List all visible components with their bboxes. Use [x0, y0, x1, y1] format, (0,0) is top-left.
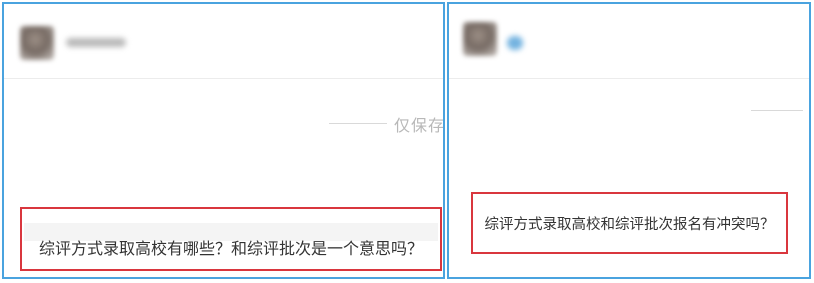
- timestamp-divider-line: [329, 123, 387, 124]
- highlighted-question-box: 综评方式录取高校和综评批次报名有冲突吗？: [471, 192, 788, 254]
- avatar[interactable]: [463, 22, 497, 56]
- chat-header: [4, 4, 443, 79]
- system-notice-text: 仅保存: [394, 116, 445, 135]
- right-chat-panel: 综评方式录取高校和综评批次报名有冲突吗？: [447, 2, 811, 279]
- blurred-badge: [507, 36, 523, 50]
- avatar[interactable]: [20, 26, 54, 60]
- question-text: 综评方式录取高校和综评批次报名有冲突吗？: [484, 216, 775, 233]
- left-chat-panel: 仅保存 综评方式录取高校有哪些？和综评批次是一个意思吗？: [2, 2, 445, 279]
- blurred-username: [66, 38, 126, 47]
- timestamp-divider-line: [751, 110, 803, 111]
- chat-header: [449, 4, 809, 79]
- highlighted-question-box: 综评方式录取高校有哪些？和综评批次是一个意思吗？: [20, 207, 442, 271]
- question-text: 综评方式录取高校有哪些？和综评批次是一个意思吗？: [38, 239, 423, 258]
